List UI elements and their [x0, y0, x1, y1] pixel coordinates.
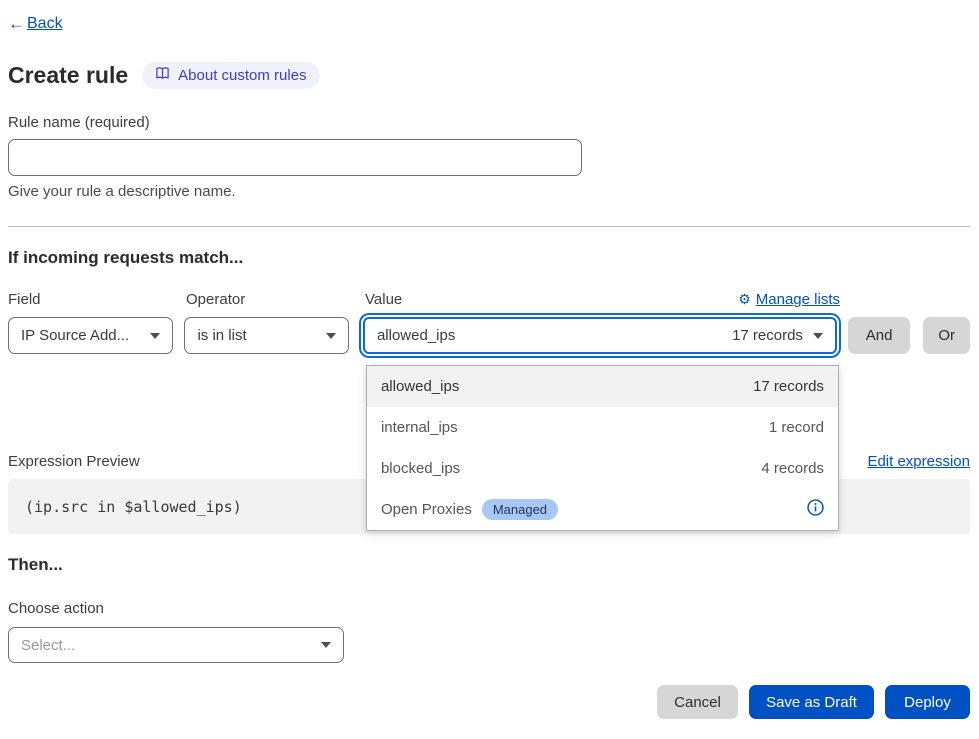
action-select[interactable]: Select...: [8, 627, 344, 663]
list-option-count: 1 record: [769, 419, 824, 436]
section-divider: [8, 226, 970, 227]
edit-expression-link[interactable]: Edit expression: [867, 453, 970, 470]
list-option-count: 4 records: [761, 460, 824, 477]
chevron-down-icon: [150, 333, 160, 339]
value-select-records: 17 records: [732, 327, 803, 344]
value-column-label: Value: [365, 291, 402, 308]
field-select[interactable]: IP Source Add...: [8, 317, 173, 354]
rule-name-input[interactable]: [8, 139, 582, 176]
value-select-value: allowed_ips: [377, 327, 455, 344]
list-option-name: blocked_ips: [381, 460, 460, 477]
or-button[interactable]: Or: [923, 317, 970, 354]
list-option-open-proxies[interactable]: Open Proxies Managed: [367, 489, 838, 530]
managed-badge: Managed: [482, 499, 558, 520]
list-option-name: Open Proxies: [381, 501, 472, 518]
rule-name-label: Rule name (required): [8, 114, 970, 131]
rule-name-helper-text: Give your rule a descriptive name.: [8, 183, 970, 200]
condition-row: IP Source Add... is in list allowed_ips …: [8, 317, 970, 354]
operator-select-value: is in list: [197, 327, 246, 344]
and-button[interactable]: And: [848, 317, 910, 354]
value-select-wrapper: allowed_ips 17 records allowed_ips 17 re…: [363, 317, 837, 354]
back-link[interactable]: ←Back: [8, 14, 63, 34]
book-icon: [155, 66, 170, 85]
expression-builder: Field Operator Value ⚙ Manage lists IP S…: [8, 291, 970, 354]
save-as-draft-button[interactable]: Save as Draft: [749, 685, 874, 719]
about-custom-rules-label: About custom rules: [178, 67, 306, 84]
match-section-heading: If incoming requests match...: [8, 248, 970, 268]
list-option-count: 17 records: [753, 378, 824, 395]
cancel-button[interactable]: Cancel: [657, 685, 738, 719]
expression-preview-label: Expression Preview: [8, 453, 140, 470]
page-title: Create rule: [8, 62, 128, 89]
chevron-down-icon: [321, 642, 331, 648]
list-option-name: allowed_ips: [381, 378, 459, 395]
builder-labels-row: Field Operator Value ⚙ Manage lists: [8, 291, 970, 308]
back-link-label: Back: [27, 15, 63, 33]
then-section-heading: Then...: [8, 555, 970, 575]
about-custom-rules-link[interactable]: About custom rules: [142, 62, 319, 89]
operator-column-label: Operator: [186, 291, 358, 308]
list-option-allowed-ips[interactable]: allowed_ips 17 records: [367, 366, 838, 407]
gear-icon: ⚙: [738, 291, 751, 308]
footer-actions: Cancel Save as Draft Deploy: [8, 685, 970, 719]
choose-action-label: Choose action: [8, 600, 970, 617]
title-row: Create rule About custom rules: [8, 62, 970, 89]
manage-lists-label: Manage lists: [756, 291, 840, 308]
back-arrow-icon: ←: [8, 14, 25, 34]
expression-code: (ip.src in $allowed_ips): [25, 498, 242, 516]
chevron-down-icon: [813, 333, 823, 339]
field-column-label: Field: [8, 291, 186, 308]
value-select[interactable]: allowed_ips 17 records: [363, 317, 837, 354]
deploy-button[interactable]: Deploy: [885, 685, 970, 719]
value-label-row: Value ⚙ Manage lists: [358, 291, 840, 308]
info-icon[interactable]: [807, 499, 824, 520]
list-dropdown-menu: allowed_ips 17 records internal_ips 1 re…: [366, 365, 839, 531]
create-rule-page: ←Back Create rule About custom rules Rul…: [0, 0, 979, 719]
action-select-placeholder: Select...: [21, 637, 75, 654]
chevron-down-icon: [326, 333, 336, 339]
manage-lists-link[interactable]: ⚙ Manage lists: [738, 291, 840, 308]
list-option-blocked-ips[interactable]: blocked_ips 4 records: [367, 448, 838, 489]
list-option-internal-ips[interactable]: internal_ips 1 record: [367, 407, 838, 448]
field-select-value: IP Source Add...: [21, 327, 129, 344]
operator-select[interactable]: is in list: [184, 317, 348, 354]
list-option-name: internal_ips: [381, 419, 458, 436]
